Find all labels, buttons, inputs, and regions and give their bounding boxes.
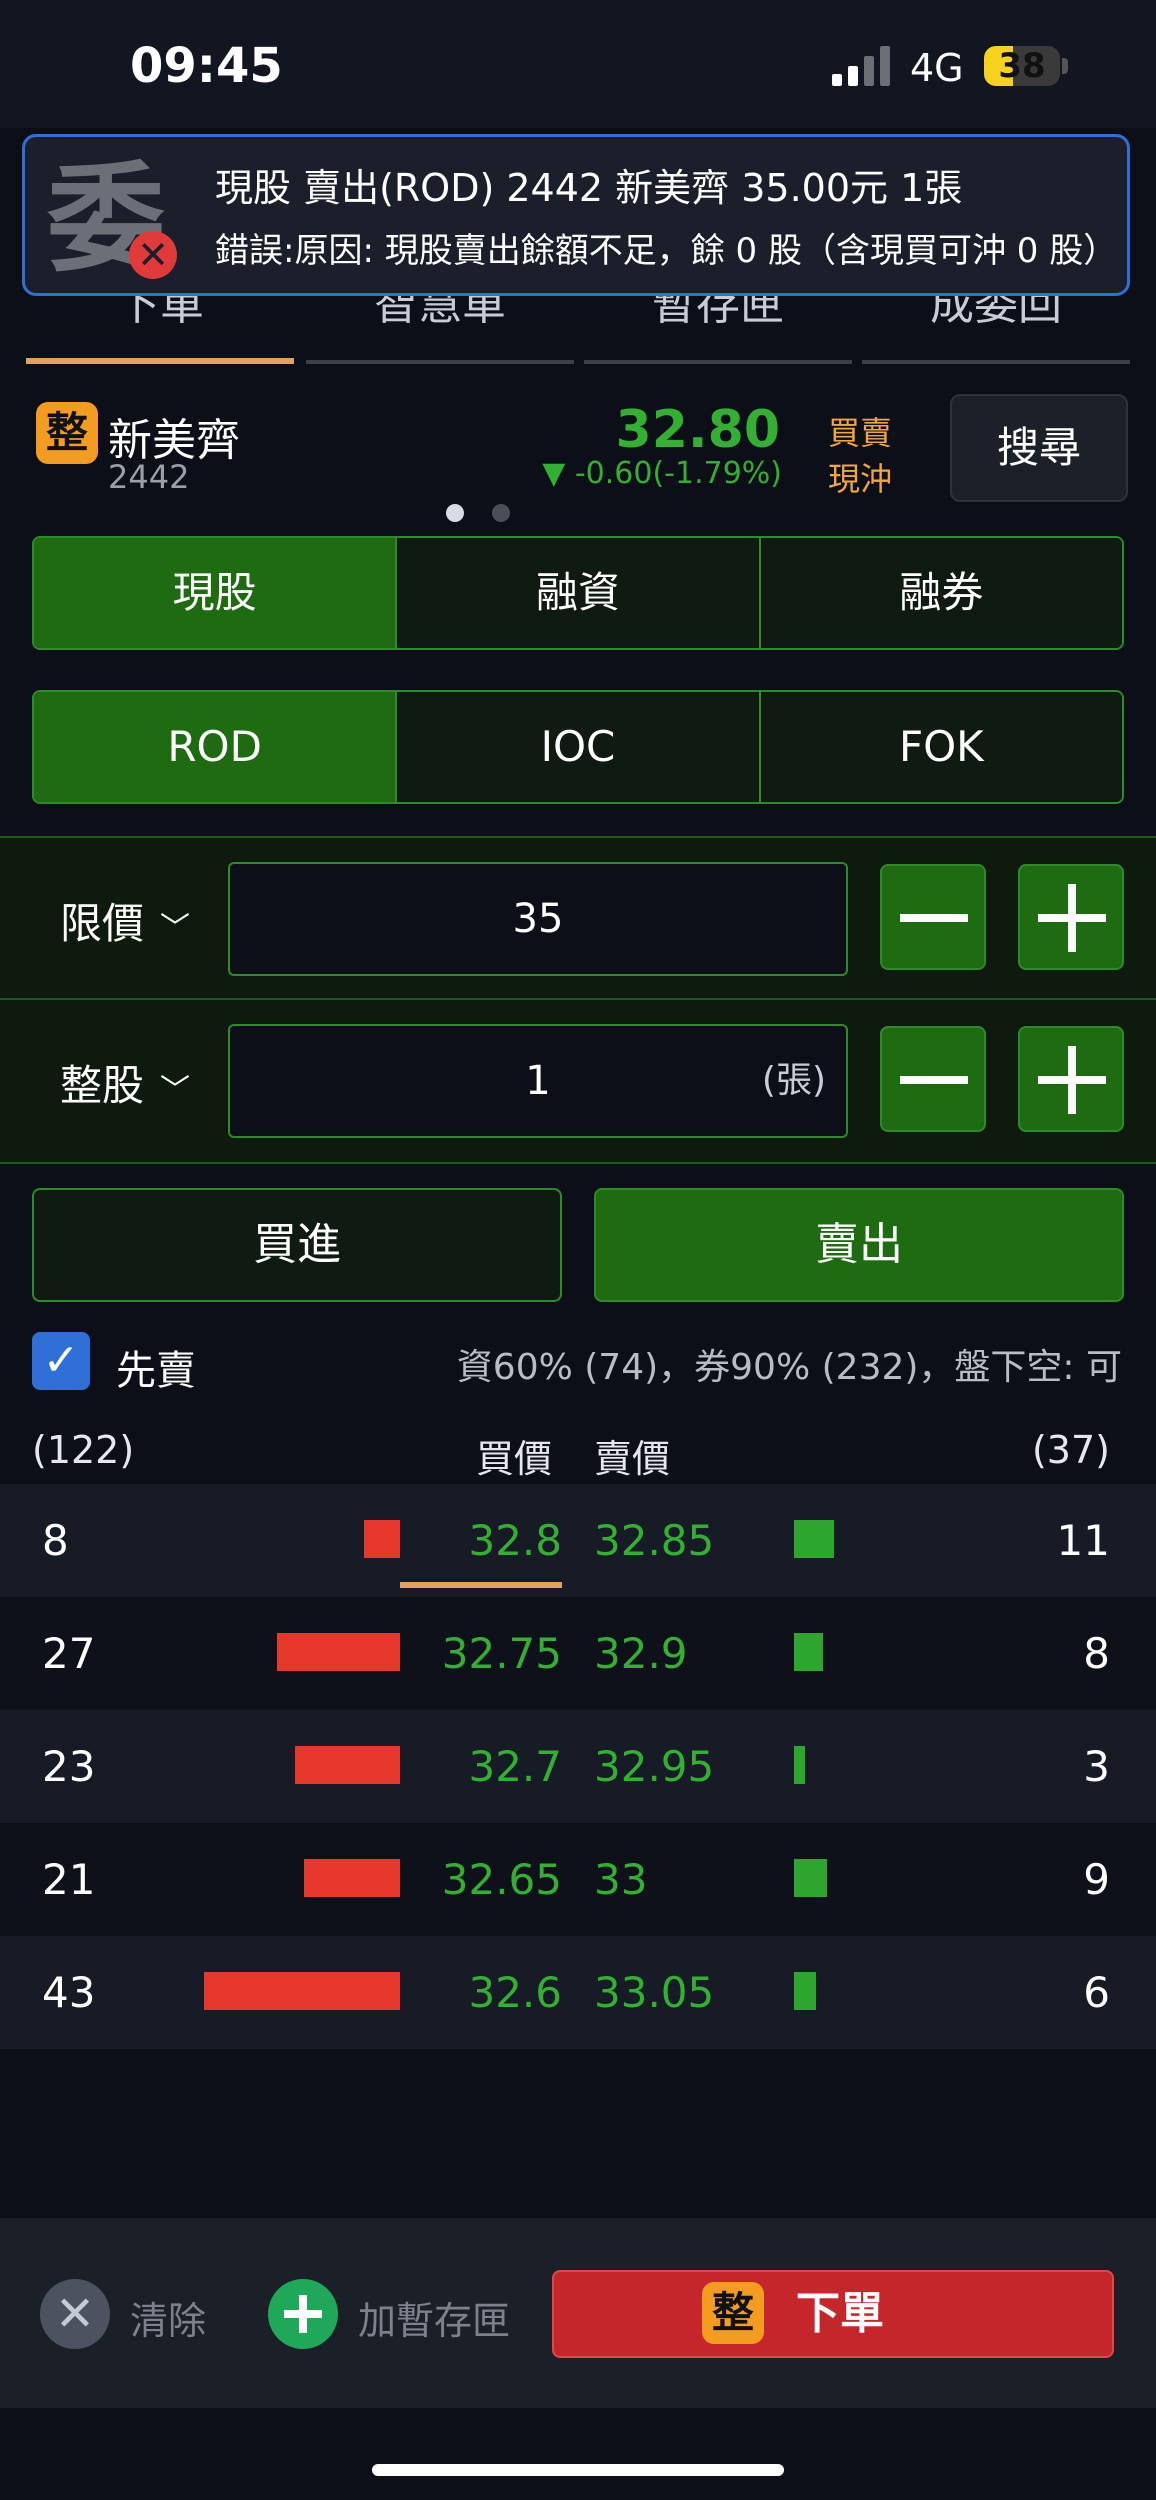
bid-volume-bar — [277, 1633, 400, 1671]
battery-level: 38 — [998, 46, 1046, 86]
account-type-cash[interactable]: 現股 — [34, 538, 398, 648]
signal-icon — [832, 46, 890, 86]
order-book-row[interactable]: 23 32.7 32.95 3 — [0, 1710, 1156, 1823]
trade-type-label: 買賣 — [828, 414, 893, 452]
bid-quantity: 21 — [42, 1855, 96, 1904]
place-order-label: 下單 — [796, 2288, 884, 2339]
ask-volume-bar — [794, 1746, 805, 1784]
round-lot-badge: 整 — [36, 402, 98, 464]
ask-quantity: 8 — [1083, 1629, 1110, 1678]
bid-volume-bar — [364, 1520, 400, 1558]
bid-price[interactable]: 32.65 — [400, 1823, 562, 1936]
ask-header: 賣價 — [594, 1437, 671, 1481]
buy-button[interactable]: 買進 — [32, 1188, 562, 1302]
bid-price[interactable]: 32.8 — [400, 1484, 562, 1597]
condition-ioc[interactable]: IOC — [397, 692, 761, 802]
stock-price: 32.80 — [615, 400, 780, 460]
round-lot-badge: 整 — [702, 2282, 764, 2344]
home-indicator[interactable] — [372, 2464, 784, 2476]
quantity-value: 1 — [525, 1058, 551, 1104]
quantity-increase-button[interactable] — [1018, 1026, 1124, 1132]
add-icon[interactable] — [268, 2279, 338, 2349]
order-book-row[interactable]: 27 32.75 32.9 8 — [0, 1597, 1156, 1710]
condition-fok[interactable]: FOK — [760, 692, 1122, 802]
price-change: ▼ -0.60(-1.79%) — [542, 456, 782, 491]
bid-quantity: 43 — [42, 1968, 96, 2017]
bid-quantity: 8 — [42, 1516, 69, 1565]
bid-price[interactable]: 32.75 — [400, 1597, 562, 1710]
place-order-button[interactable]: 整 下單 — [552, 2270, 1114, 2358]
bid-price[interactable]: 32.6 — [400, 1936, 562, 2049]
bid-header: 買價 — [476, 1437, 553, 1481]
ask-volume-bar — [794, 1633, 823, 1671]
bid-price[interactable]: 32.7 — [400, 1710, 562, 1823]
price-input[interactable]: 35 — [228, 862, 848, 976]
ask-volume-bar — [794, 1859, 827, 1897]
account-type-short[interactable]: 融券 — [760, 538, 1122, 648]
battery-nub — [1062, 58, 1068, 74]
ask-volume-bar — [794, 1972, 816, 2010]
price-type-label: 限價 — [60, 899, 145, 948]
ask-quantity: 3 — [1083, 1742, 1110, 1791]
ask-price[interactable]: 33.05 — [594, 1936, 714, 2049]
bid-quantity: 27 — [42, 1629, 96, 1678]
quantity-decrease-button[interactable] — [880, 1026, 986, 1132]
quantity-input[interactable]: 1 (張) — [228, 1024, 848, 1138]
last-price-marker — [400, 1582, 562, 1588]
notification-message: 錯誤:原因: 現股賣出餘額不足，餘 0 股（含現買可沖 0 股） — [215, 231, 1118, 271]
account-type-margin[interactable]: 融資 — [397, 538, 761, 648]
search-button[interactable]: 搜尋 — [950, 394, 1128, 502]
day-trade-label: 現沖 — [828, 460, 893, 498]
order-book-row[interactable]: 8 32.8 32.85 11 — [0, 1484, 1156, 1597]
price-type-dropdown[interactable]: 限價 ﹀ — [60, 890, 190, 951]
account-type-selector: 現股 融資 融券 — [32, 536, 1124, 650]
page-dot-active[interactable] — [446, 504, 464, 522]
price-decrease-button[interactable] — [880, 864, 986, 970]
ask-price[interactable]: 33 — [594, 1823, 647, 1936]
lot-type-dropdown[interactable]: 整股 ﹀ — [60, 1052, 190, 1113]
bid-volume-bar — [295, 1746, 400, 1784]
network-label: 4G — [910, 46, 964, 90]
ask-price[interactable]: 32.85 — [594, 1484, 714, 1597]
condition-rod[interactable]: ROD — [34, 692, 398, 802]
page-dot[interactable] — [492, 504, 510, 522]
bid-quantity: 23 — [42, 1742, 96, 1791]
ask-total: (37) — [1031, 1428, 1110, 1472]
error-icon: ✕ — [129, 231, 177, 279]
battery-icon: 38 — [984, 46, 1060, 86]
ask-quantity: 9 — [1083, 1855, 1110, 1904]
bid-total: (122) — [32, 1428, 135, 1472]
error-notification[interactable]: 委 ✕ 現股 賣出(ROD) 2442 新美齊 35.00元 1張 錯誤:原因:… — [22, 134, 1130, 296]
quantity-unit: (張) — [761, 1060, 826, 1101]
notification-title: 現股 賣出(ROD) 2442 新美齊 35.00元 1張 — [215, 166, 963, 210]
order-book-row[interactable]: 43 32.6 33.05 6 — [0, 1936, 1156, 2049]
clear-button[interactable]: 清除 — [130, 2290, 206, 2345]
ask-quantity: 11 — [1056, 1516, 1110, 1565]
sell-first-checkbox[interactable]: ✓ — [32, 1332, 90, 1390]
ask-quantity: 6 — [1083, 1968, 1110, 2017]
sell-button[interactable]: 賣出 — [594, 1188, 1124, 1302]
bid-volume-bar — [204, 1972, 400, 2010]
ask-price[interactable]: 32.9 — [594, 1597, 688, 1710]
bid-volume-bar — [304, 1859, 400, 1897]
sell-first-label: 先賣 — [116, 1348, 196, 1394]
price-value: 35 — [512, 896, 564, 942]
order-condition-selector: ROD IOC FOK — [32, 690, 1124, 804]
chevron-down-icon: ﹀ — [160, 911, 191, 946]
order-book-row[interactable]: 21 32.65 33 9 — [0, 1823, 1156, 1936]
clear-icon[interactable]: ✕ — [40, 2279, 110, 2349]
add-to-draft-button[interactable]: 加暫存匣 — [358, 2290, 510, 2345]
price-increase-button[interactable] — [1018, 864, 1124, 970]
lot-type-label: 整股 — [60, 1061, 145, 1110]
margin-info: 資60% (74)，券90% (232)，盤下空: 可 — [456, 1347, 1122, 1388]
chevron-down-icon: ﹀ — [160, 1073, 191, 1108]
stock-code: 2442 — [108, 458, 190, 496]
status-time: 09:45 — [130, 38, 283, 94]
ask-volume-bar — [794, 1520, 834, 1558]
ask-price[interactable]: 32.95 — [594, 1710, 714, 1823]
